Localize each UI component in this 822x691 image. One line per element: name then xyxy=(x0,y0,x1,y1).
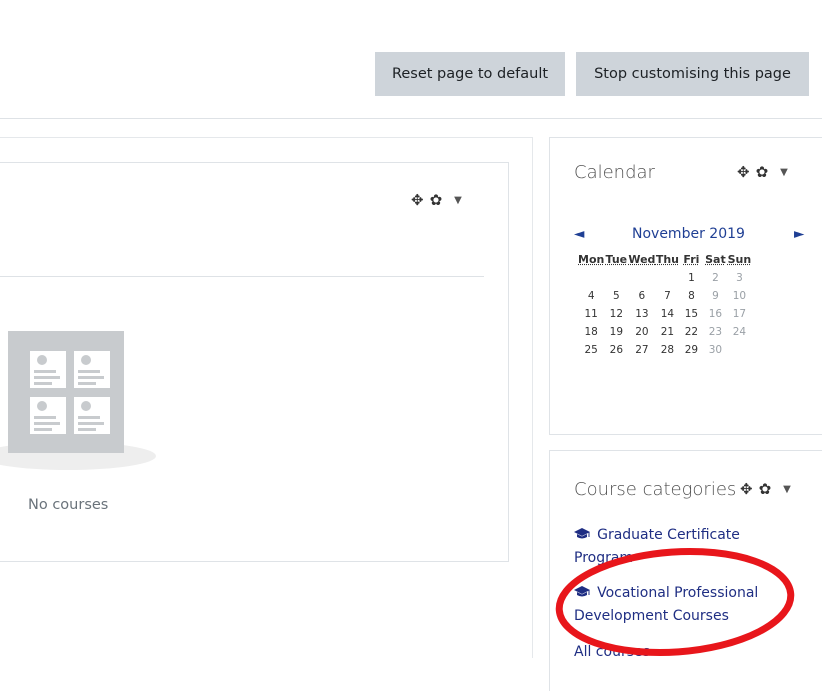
category-link[interactable]: Vocational Professional Development Cour… xyxy=(574,585,758,624)
category-item[interactable]: Vocational Professional Development Cour… xyxy=(574,581,794,627)
category-item[interactable]: Graduate Certificate Program xyxy=(574,523,794,569)
toolbar-divider xyxy=(0,118,822,119)
calendar-day xyxy=(628,269,655,287)
no-courses-text: No courses xyxy=(28,497,109,513)
block-divider xyxy=(0,276,484,277)
weekday-label: Thu xyxy=(655,252,679,266)
calendar-day[interactable]: 21 xyxy=(655,323,679,341)
graduation-cap-icon xyxy=(574,524,592,546)
calendar-block: Calendar ✥ ✿ ▼ ◄ November 2019 ► Mon Tue W… xyxy=(549,137,822,435)
reset-page-button[interactable]: Reset page to default xyxy=(375,52,565,96)
calendar-day[interactable]: 7 xyxy=(655,287,679,305)
gear-icon[interactable]: ✿ xyxy=(430,191,443,209)
move-icon[interactable]: ✥ xyxy=(411,191,424,209)
calendar-day[interactable]: 3 xyxy=(727,269,751,287)
calendar-day[interactable]: 11 xyxy=(578,305,604,323)
calendar-day[interactable]: 15 xyxy=(679,305,703,323)
calendar-day[interactable]: 18 xyxy=(578,323,604,341)
calendar-day[interactable]: 26 xyxy=(604,341,628,359)
all-courses-link-wrap: All courses xyxy=(574,641,650,660)
move-icon[interactable]: ✥ xyxy=(737,163,750,181)
calendar-day[interactable]: 5 xyxy=(604,287,628,305)
course-categories-block: Course categories ✥ ✿ ▼ Graduate Certifica… xyxy=(549,450,822,691)
block-controls: ✥ ✿ ▼ xyxy=(411,191,462,209)
caret-down-icon[interactable]: ▼ xyxy=(783,484,791,495)
calendar-day[interactable]: 10 xyxy=(727,287,751,305)
graduation-cap-icon xyxy=(574,582,592,604)
caret-down-icon[interactable]: ▼ xyxy=(454,195,462,206)
calendar-day[interactable]: 13 xyxy=(628,305,655,323)
gear-icon[interactable]: ✿ xyxy=(759,480,772,498)
calendar-week-row: 18 19 20 21 22 23 24 xyxy=(578,323,751,341)
calendar-day[interactable]: 16 xyxy=(703,305,727,323)
course-categories-title: Course categories xyxy=(574,479,737,500)
calendar-day[interactable]: 28 xyxy=(655,341,679,359)
calendar-day[interactable]: 19 xyxy=(604,323,628,341)
calendar-day[interactable]: 6 xyxy=(628,287,655,305)
calendar-day[interactable]: 14 xyxy=(655,305,679,323)
calendar-grid: Mon Tue Wed Thu Fri Sat Sun 1 2 3 4 5 6 7 8 9 10 1… xyxy=(578,249,751,359)
calendar-week-row: 25 26 27 28 29 30 xyxy=(578,341,751,359)
calendar-day[interactable]: 2 xyxy=(703,269,727,287)
course-overview-block: ✥ ✿ ▼ No courses xyxy=(0,162,509,562)
calendar-title: Calendar xyxy=(574,162,655,183)
calendar-week-row: 4 5 6 7 8 9 10 xyxy=(578,287,751,305)
stop-customising-button[interactable]: Stop customising this page xyxy=(576,52,809,96)
calendar-week-row: 123 xyxy=(578,269,751,287)
calendar-day xyxy=(727,341,751,359)
calendar-day[interactable]: 29 xyxy=(679,341,703,359)
calendar-month[interactable]: November 2019 xyxy=(632,226,745,242)
all-courses-link[interactable]: All courses xyxy=(574,644,650,660)
weekday-label: Sat xyxy=(705,252,726,266)
caret-down-icon[interactable]: ▼ xyxy=(780,167,788,178)
calendar-day[interactable]: 8 xyxy=(679,287,703,305)
weekday-label: Sun xyxy=(727,252,752,266)
calendar-day[interactable]: 12 xyxy=(604,305,628,323)
calendar-day xyxy=(578,269,604,287)
calendar-day[interactable]: 4 xyxy=(578,287,604,305)
calendar-controls: ✥ ✿ ▼ xyxy=(737,163,788,181)
calendar-day[interactable]: 9 xyxy=(703,287,727,305)
weekday-label: Wed xyxy=(628,252,656,266)
category-link[interactable]: Graduate Certificate Program xyxy=(574,527,740,566)
course-categories-controls: ✥ ✿ ▼ xyxy=(740,480,791,498)
calendar-day[interactable]: 22 xyxy=(679,323,703,341)
weekday-label: Fri xyxy=(683,252,700,266)
calendar-day[interactable]: 24 xyxy=(727,323,751,341)
calendar-day[interactable]: 30 xyxy=(703,341,727,359)
weekday-label: Tue xyxy=(605,252,628,266)
weekday-label: Mon xyxy=(578,252,605,266)
no-courses-illustration xyxy=(0,331,156,470)
calendar-day[interactable]: 1 xyxy=(679,269,703,287)
calendar-prev-icon[interactable]: ◄ xyxy=(574,226,584,242)
calendar-day[interactable]: 23 xyxy=(703,323,727,341)
calendar-day xyxy=(604,269,628,287)
calendar-week-row: 11 12 13 14 15 16 17 xyxy=(578,305,751,323)
calendar-day[interactable]: 25 xyxy=(578,341,604,359)
calendar-next-icon[interactable]: ► xyxy=(794,226,804,242)
calendar-day[interactable]: 17 xyxy=(727,305,751,323)
calendar-day[interactable]: 27 xyxy=(628,341,655,359)
calendar-day xyxy=(655,269,679,287)
move-icon[interactable]: ✥ xyxy=(740,480,753,498)
gear-icon[interactable]: ✿ xyxy=(756,163,769,181)
calendar-day[interactable]: 20 xyxy=(628,323,655,341)
